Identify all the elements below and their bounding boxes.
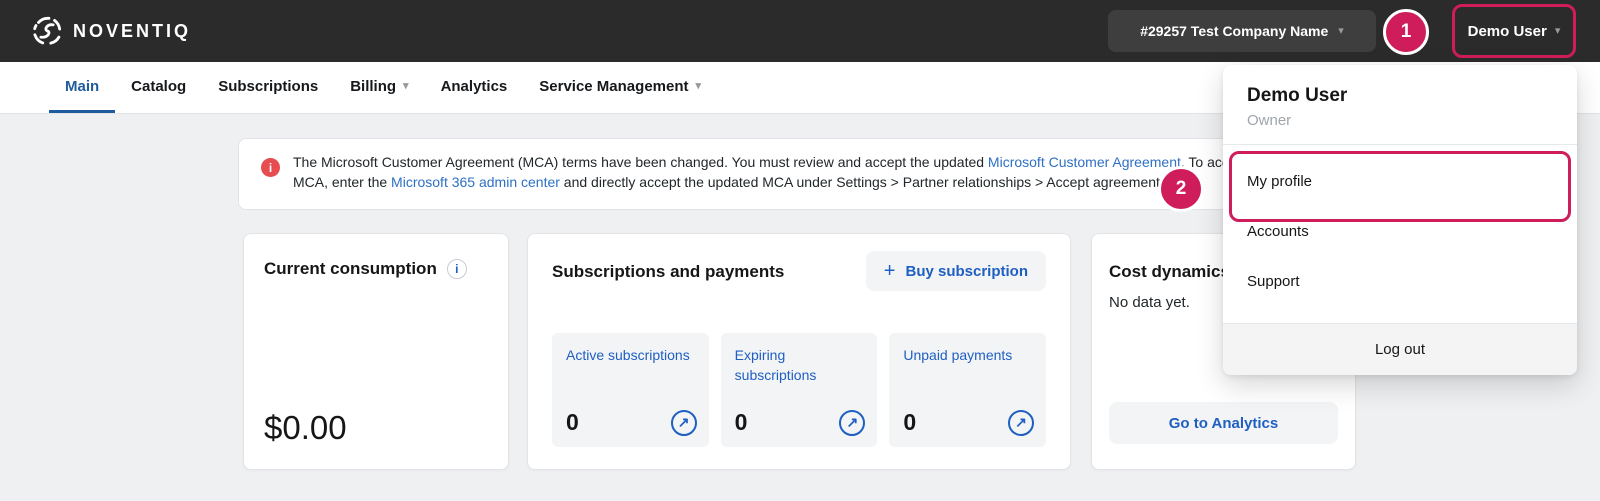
noventiq-logo-icon [30,14,64,48]
chevron-down-icon: ▾ [1338,26,1344,37]
nav-tab-subscriptions-label: Subscriptions [218,78,318,95]
plus-icon: + [884,261,896,281]
expiring-subscriptions-tile[interactable]: Expiring subscriptions 0 ↗ [721,333,878,447]
dropdown-item-accounts[interactable]: Accounts [1223,207,1577,257]
buy-subscription-button[interactable]: + Buy subscription [866,251,1046,291]
user-dropdown-role: Owner [1247,112,1553,129]
nav-tab-subscriptions[interactable]: Subscriptions [202,62,334,113]
annotation-step-1-number: 1 [1401,21,1412,43]
annotation-step-2-number: 2 [1176,178,1187,200]
nav-tab-catalog[interactable]: Catalog [115,62,202,113]
arrow-up-right-glyph: ↗ [1015,414,1027,431]
open-link-icon[interactable]: ↗ [839,410,865,436]
chevron-down-icon: ▾ [1555,26,1561,37]
subscriptions-card-title: Subscriptions and payments [552,262,784,282]
expiring-subscriptions-value: 0 [735,409,748,436]
user-dropdown-header: Demo User Owner [1223,65,1577,145]
logout-button[interactable]: Log out [1223,323,1577,375]
banner-text-segment: The Microsoft Customer Agreement (MCA) t… [293,154,988,170]
nav-tab-main[interactable]: Main [49,62,115,113]
user-menu-label: Demo User [1468,23,1547,40]
alert-info-glyph: i [269,161,272,175]
annotation-step-1-badge: 1 [1383,9,1429,55]
mca-agreement-link[interactable]: Microsoft Customer Agreement [988,154,1181,170]
active-subscriptions-tile[interactable]: Active subscriptions 0 ↗ [552,333,709,447]
arrow-up-right-glyph: ↗ [846,414,858,431]
unpaid-payments-value: 0 [903,409,916,436]
current-consumption-card: Current consumption i $0.00 [243,233,509,470]
dropdown-item-support[interactable]: Support [1223,257,1577,307]
user-menu-button[interactable]: Demo User ▾ [1452,4,1576,58]
nav-tab-billing-label: Billing [350,78,396,95]
user-dropdown-menu: Demo User Owner My profile Accounts Supp… [1223,65,1577,375]
company-selector-label: #29257 Test Company Name [1140,23,1328,39]
user-dropdown-items: My profile Accounts Support [1223,145,1577,307]
company-selector[interactable]: #29257 Test Company Name ▾ [1108,10,1376,52]
alert-info-icon: i [261,158,280,177]
go-to-analytics-button[interactable]: Go to Analytics [1109,402,1338,444]
noventiq-logo: NOVENTIQ [30,0,191,62]
info-icon[interactable]: i [447,259,467,279]
active-subscriptions-value: 0 [566,409,579,436]
subscription-stat-tiles: Active subscriptions 0 ↗ Expiring subscr… [552,333,1046,447]
info-glyph: i [455,262,458,276]
logo-wordmark: NOVENTIQ [73,21,191,42]
chevron-down-icon: ▾ [696,81,702,92]
dropdown-item-my-profile[interactable]: My profile [1223,157,1577,207]
banner-text-segment: and directly accept the updated MCA unde… [560,174,1164,190]
nav-tab-service-management[interactable]: Service Management ▾ [523,62,717,113]
buy-subscription-label: Buy subscription [905,263,1028,280]
nav-tab-service-management-label: Service Management [539,78,688,95]
nav-tab-catalog-label: Catalog [131,78,186,95]
chevron-down-icon: ▾ [403,81,409,92]
banner-text-segment: MCA, enter the [293,174,391,190]
cost-dynamics-title: Cost dynamics [1109,262,1230,282]
go-to-analytics-label: Go to Analytics [1169,415,1278,432]
open-link-icon[interactable]: ↗ [1008,410,1034,436]
nav-tab-analytics[interactable]: Analytics [425,62,524,113]
nav-tab-billing[interactable]: Billing ▾ [334,62,424,113]
subscriptions-payments-card: Subscriptions and payments + Buy subscri… [527,233,1071,470]
arrow-up-right-glyph: ↗ [678,414,690,431]
active-subscriptions-label: Active subscriptions [566,345,695,365]
expiring-subscriptions-label: Expiring subscriptions [735,345,864,385]
unpaid-payments-tile[interactable]: Unpaid payments 0 ↗ [889,333,1046,447]
current-consumption-value: $0.00 [264,409,347,447]
user-dropdown-name: Demo User [1247,85,1553,107]
open-link-icon[interactable]: ↗ [671,410,697,436]
top-header-bar: NOVENTIQ #29257 Test Company Name ▾ Demo… [0,0,1600,62]
nav-tab-main-label: Main [65,78,99,95]
m365-admin-center-link[interactable]: Microsoft 365 admin center [391,174,560,190]
cost-dynamics-empty-text: No data yet. [1109,294,1190,311]
unpaid-payments-label: Unpaid payments [903,345,1032,365]
nav-tab-analytics-label: Analytics [441,78,508,95]
current-consumption-title: Current consumption [264,259,437,279]
annotation-step-2-badge: 2 [1158,166,1204,212]
